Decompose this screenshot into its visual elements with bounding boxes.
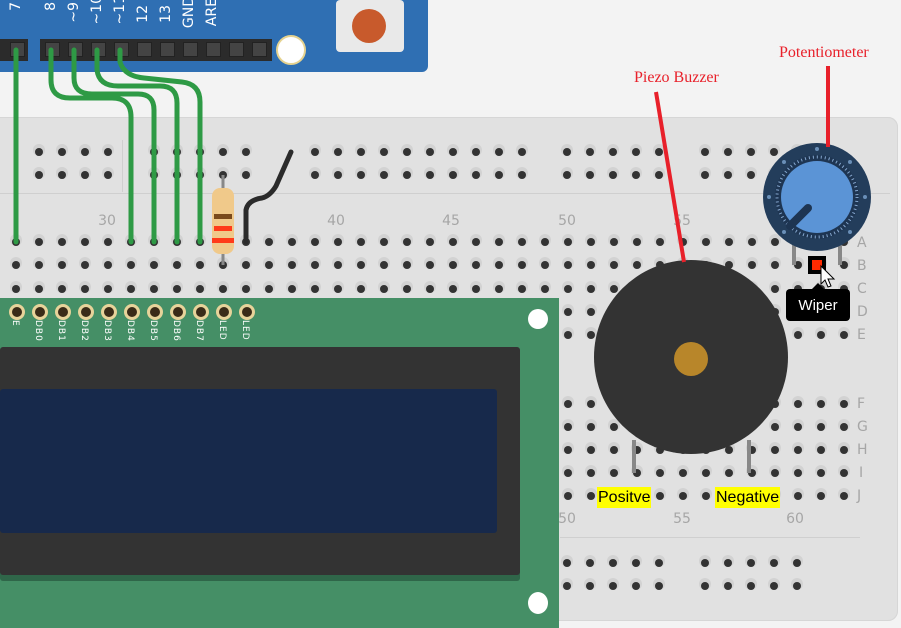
components-layer: [13, 47, 871, 473]
circuit-canvas[interactable]: 30 40 45 50 55 50 55 60 A B C D E F G H …: [0, 0, 901, 628]
positive-label: Positve: [597, 487, 652, 508]
piezo-buzzer[interactable]: [594, 260, 788, 473]
wiper-tooltip: Wiper: [786, 283, 850, 321]
resistor[interactable]: [212, 175, 234, 265]
piezo-buzzer-annotation: Piezo Buzzer: [634, 69, 719, 86]
resistor-band-1: [214, 214, 232, 219]
potentiometer-annotation: Potentiometer: [779, 44, 869, 61]
piezo-pointer-line: [654, 91, 686, 263]
resistor-body: [212, 188, 234, 254]
resistor-band-3: [212, 238, 234, 243]
potentiometer[interactable]: [763, 143, 871, 265]
wire-black[interactable]: [243, 149, 294, 245]
wire-pin8[interactable]: [48, 47, 134, 245]
negative-label: Negative: [715, 487, 781, 508]
resistor-band-2: [214, 226, 232, 231]
buzzer-center: [674, 342, 708, 376]
